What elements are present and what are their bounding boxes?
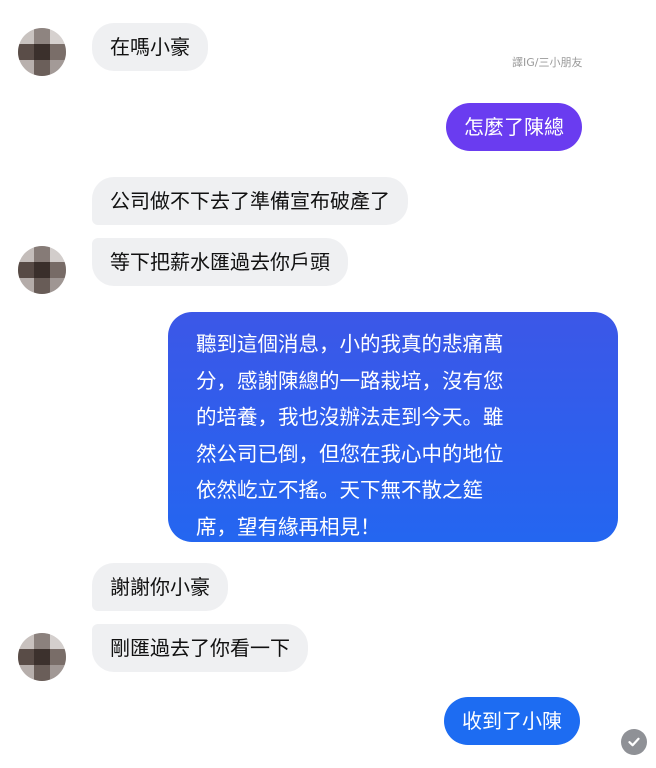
message-bubble-outgoing[interactable]: 收到了小陳 bbox=[444, 697, 580, 745]
message-line: 席，望有緣再相見！ bbox=[196, 514, 381, 539]
message-bubble-incoming[interactable]: 公司做不下去了準備宣布破產了 bbox=[92, 177, 408, 225]
sender-avatar[interactable] bbox=[18, 246, 66, 294]
watermark-text: 譯IG/三小朋友 bbox=[512, 56, 583, 69]
sender-avatar[interactable] bbox=[18, 28, 66, 76]
message-line: 依然屹立不搖。天下無不散之筵 bbox=[196, 478, 483, 502]
sender-avatar[interactable] bbox=[18, 633, 66, 681]
check-circle-icon bbox=[621, 729, 647, 755]
message-line: 然公司已倒，但您在我心中的地位 bbox=[196, 441, 504, 466]
check-mark-icon bbox=[628, 737, 640, 747]
message-bubble-incoming[interactable]: 等下把薪水匯過去你戶頭 bbox=[92, 238, 348, 286]
message-bubble-incoming[interactable]: 在嗎小豪 bbox=[92, 23, 208, 71]
message-line: 分，感謝陳總的一路栽培，沒有您 bbox=[196, 368, 504, 393]
message-line: 的培養，我也沒辦法走到今天。雖 bbox=[196, 405, 504, 429]
message-bubble-incoming[interactable]: 謝謝你小豪 bbox=[92, 563, 228, 611]
message-bubble-outgoing[interactable]: 怎麼了陳總 bbox=[446, 103, 582, 151]
message-bubble-outgoing[interactable]: 聽到這個消息，小的我真的悲痛萬 分，感謝陳總的一路栽培，沒有您 的培養，我也沒辦… bbox=[168, 312, 618, 542]
message-line: 聽到這個消息，小的我真的悲痛萬 bbox=[196, 332, 504, 356]
message-bubble-incoming[interactable]: 剛匯過去了你看一下 bbox=[92, 624, 308, 672]
